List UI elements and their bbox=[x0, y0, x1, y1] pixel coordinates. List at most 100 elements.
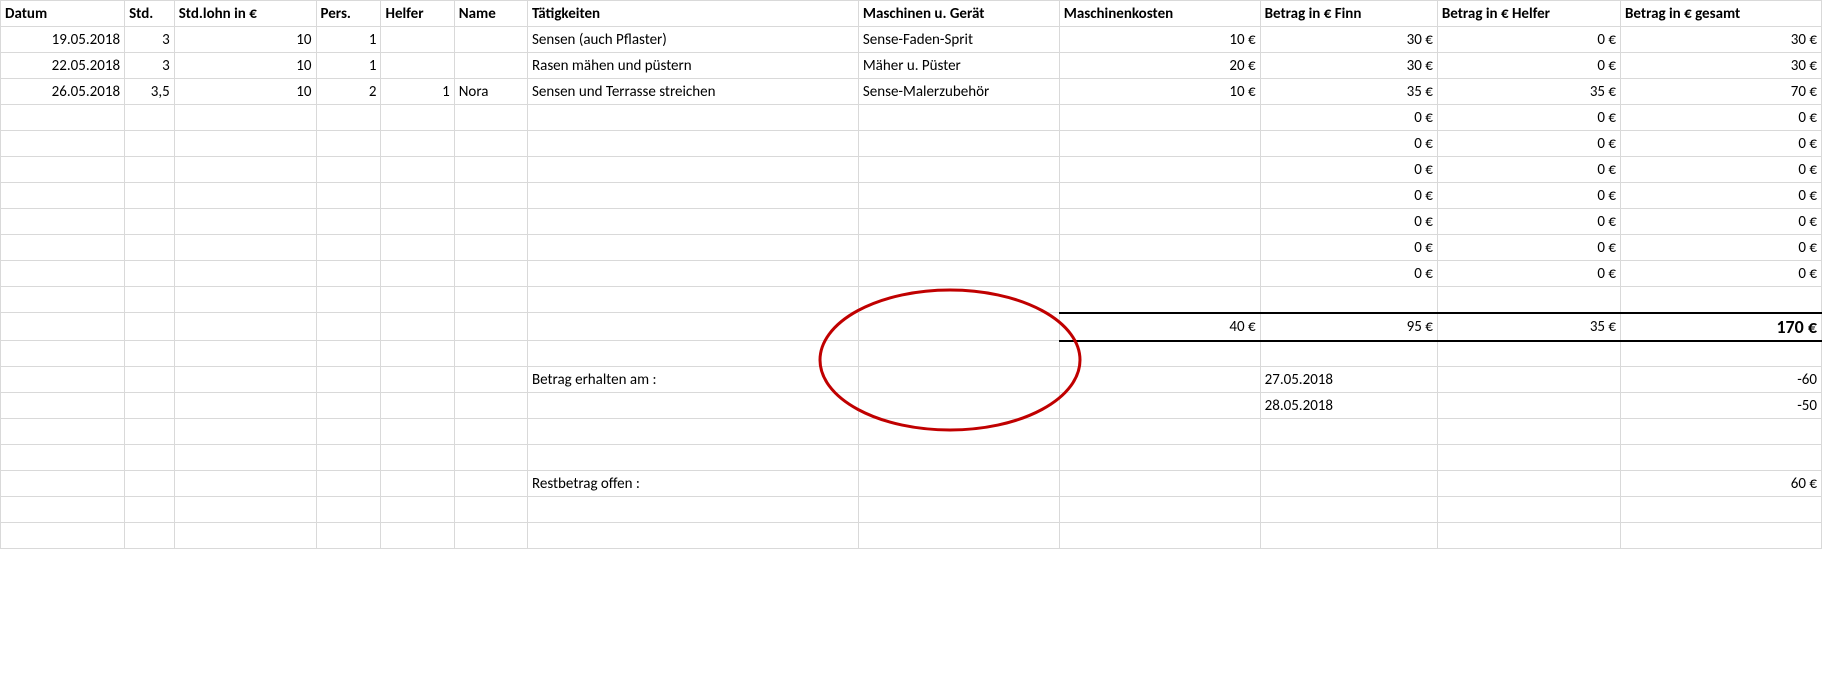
cell-std[interactable] bbox=[125, 183, 175, 209]
cell-masch[interactable]: Sense-Faden-Sprit bbox=[858, 27, 1059, 53]
received-date[interactable]: 27.05.2018 bbox=[1260, 367, 1437, 393]
cell-std[interactable] bbox=[125, 261, 175, 287]
cell-name[interactable] bbox=[454, 261, 527, 287]
blank-row[interactable] bbox=[1, 445, 1822, 471]
cell-masch[interactable]: Mäher u. Püster bbox=[858, 53, 1059, 79]
cell-helfer[interactable] bbox=[381, 157, 454, 183]
received-amount[interactable]: -50 bbox=[1621, 393, 1822, 419]
blank-row[interactable] bbox=[1, 523, 1822, 549]
cell-finn[interactable]: 30 € bbox=[1260, 53, 1437, 79]
table-row[interactable]: 0 €0 €0 € bbox=[1, 105, 1822, 131]
work-log-table[interactable]: Datum Std. Std.lohn in € Pers. Helfer Na… bbox=[0, 0, 1822, 549]
cell-masch[interactable] bbox=[858, 105, 1059, 131]
cell-gesamt[interactable]: 0 € bbox=[1621, 183, 1822, 209]
cell-helfer[interactable] bbox=[381, 235, 454, 261]
cell-helferb[interactable]: 0 € bbox=[1437, 209, 1620, 235]
cell-maschk[interactable]: 20 € bbox=[1059, 53, 1260, 79]
header-taetigkeiten[interactable]: Tätigkeiten bbox=[527, 1, 858, 27]
blank-row[interactable] bbox=[1, 497, 1822, 523]
header-betrag-gesamt[interactable]: Betrag in € gesamt bbox=[1621, 1, 1822, 27]
cell-helferb[interactable]: 0 € bbox=[1437, 27, 1620, 53]
cell-gesamt[interactable]: 0 € bbox=[1621, 261, 1822, 287]
cell-pers[interactable]: 1 bbox=[316, 53, 381, 79]
table-row[interactable]: 0 €0 €0 € bbox=[1, 157, 1822, 183]
cell-datum[interactable]: 26.05.2018 bbox=[1, 79, 125, 105]
cell-datum[interactable] bbox=[1, 235, 125, 261]
cell-helfer[interactable] bbox=[381, 183, 454, 209]
cell-datum[interactable] bbox=[1, 157, 125, 183]
cell-helferb[interactable]: 0 € bbox=[1437, 235, 1620, 261]
cell-masch[interactable] bbox=[858, 235, 1059, 261]
rest-amount[interactable]: 60 € bbox=[1621, 471, 1822, 497]
blank-row[interactable] bbox=[1, 287, 1822, 313]
cell-finn[interactable]: 0 € bbox=[1260, 209, 1437, 235]
header-pers[interactable]: Pers. bbox=[316, 1, 381, 27]
cell-maschk[interactable] bbox=[1059, 235, 1260, 261]
cell-finn[interactable]: 0 € bbox=[1260, 157, 1437, 183]
cell-masch[interactable] bbox=[858, 157, 1059, 183]
cell-finn[interactable]: 35 € bbox=[1260, 79, 1437, 105]
cell-gesamt[interactable]: 0 € bbox=[1621, 131, 1822, 157]
cell-masch[interactable] bbox=[858, 209, 1059, 235]
cell-gesamt[interactable]: 70 € bbox=[1621, 79, 1822, 105]
cell-helferb[interactable]: 0 € bbox=[1437, 131, 1620, 157]
table-row[interactable]: 26.05.20183,51021NoraSensen und Terrasse… bbox=[1, 79, 1822, 105]
cell-finn[interactable]: 0 € bbox=[1260, 105, 1437, 131]
cell-masch[interactable] bbox=[858, 131, 1059, 157]
cell-helferb[interactable]: 0 € bbox=[1437, 261, 1620, 287]
cell-pers[interactable] bbox=[316, 183, 381, 209]
cell-helfer[interactable] bbox=[381, 27, 454, 53]
table-row[interactable]: 19.05.20183101Sensen (auch Pflaster)Sens… bbox=[1, 27, 1822, 53]
cell-finn[interactable]: 0 € bbox=[1260, 261, 1437, 287]
cell-gesamt[interactable]: 0 € bbox=[1621, 105, 1822, 131]
cell-stdlohn[interactable] bbox=[174, 261, 316, 287]
cell-helferb[interactable]: 35 € bbox=[1437, 79, 1620, 105]
cell-helfer[interactable] bbox=[381, 209, 454, 235]
cell-pers[interactable] bbox=[316, 235, 381, 261]
cell-finn[interactable]: 30 € bbox=[1260, 27, 1437, 53]
header-stdlohn[interactable]: Std.lohn in € bbox=[174, 1, 316, 27]
cell-datum[interactable] bbox=[1, 105, 125, 131]
cell-taet[interactable] bbox=[527, 235, 858, 261]
cell-helfer[interactable] bbox=[381, 131, 454, 157]
header-maschinen[interactable]: Maschinen u. Gerät bbox=[858, 1, 1059, 27]
cell-std[interactable] bbox=[125, 131, 175, 157]
cell-name[interactable] bbox=[454, 131, 527, 157]
header-maschinenkosten[interactable]: Maschinenkosten bbox=[1059, 1, 1260, 27]
cell-taet[interactable] bbox=[527, 131, 858, 157]
cell-gesamt[interactable]: 30 € bbox=[1621, 53, 1822, 79]
table-row[interactable]: 22.05.20183101Rasen mähen und püsternMäh… bbox=[1, 53, 1822, 79]
table-row[interactable]: 0 €0 €0 € bbox=[1, 209, 1822, 235]
header-row[interactable]: Datum Std. Std.lohn in € Pers. Helfer Na… bbox=[1, 1, 1822, 27]
header-betrag-finn[interactable]: Betrag in € Finn bbox=[1260, 1, 1437, 27]
cell-taet[interactable] bbox=[527, 209, 858, 235]
cell-std[interactable]: 3,5 bbox=[125, 79, 175, 105]
cell-finn[interactable]: 0 € bbox=[1260, 235, 1437, 261]
cell-stdlohn[interactable] bbox=[174, 235, 316, 261]
cell-stdlohn[interactable]: 10 bbox=[174, 79, 316, 105]
sum-finn[interactable]: 95 € bbox=[1260, 313, 1437, 341]
table-row[interactable]: 0 €0 €0 € bbox=[1, 183, 1822, 209]
header-datum[interactable]: Datum bbox=[1, 1, 125, 27]
sum-gesamt[interactable]: 170 € bbox=[1621, 313, 1822, 341]
cell-pers[interactable]: 2 bbox=[316, 79, 381, 105]
cell-stdlohn[interactable] bbox=[174, 209, 316, 235]
received-date[interactable]: 28.05.2018 bbox=[1260, 393, 1437, 419]
cell-pers[interactable] bbox=[316, 261, 381, 287]
cell-datum[interactable]: 19.05.2018 bbox=[1, 27, 125, 53]
received-label[interactable]: Betrag erhalten am : bbox=[527, 367, 858, 393]
sum-row[interactable]: 40 € 95 € 35 € 170 € bbox=[1, 313, 1822, 341]
cell-taet[interactable]: Sensen und Terrasse streichen bbox=[527, 79, 858, 105]
received-row-1[interactable]: Betrag erhalten am : 27.05.2018 -60 bbox=[1, 367, 1822, 393]
cell-std[interactable] bbox=[125, 157, 175, 183]
cell-helferb[interactable]: 0 € bbox=[1437, 53, 1620, 79]
cell-taet[interactable] bbox=[527, 105, 858, 131]
cell-datum[interactable] bbox=[1, 131, 125, 157]
cell-std[interactable]: 3 bbox=[125, 27, 175, 53]
cell-taet[interactable] bbox=[527, 157, 858, 183]
cell-helfer[interactable] bbox=[381, 53, 454, 79]
sum-maschinenkosten[interactable]: 40 € bbox=[1059, 313, 1260, 341]
header-betrag-helfer[interactable]: Betrag in € Helfer bbox=[1437, 1, 1620, 27]
table-row[interactable]: 0 €0 €0 € bbox=[1, 235, 1822, 261]
cell-stdlohn[interactable] bbox=[174, 157, 316, 183]
